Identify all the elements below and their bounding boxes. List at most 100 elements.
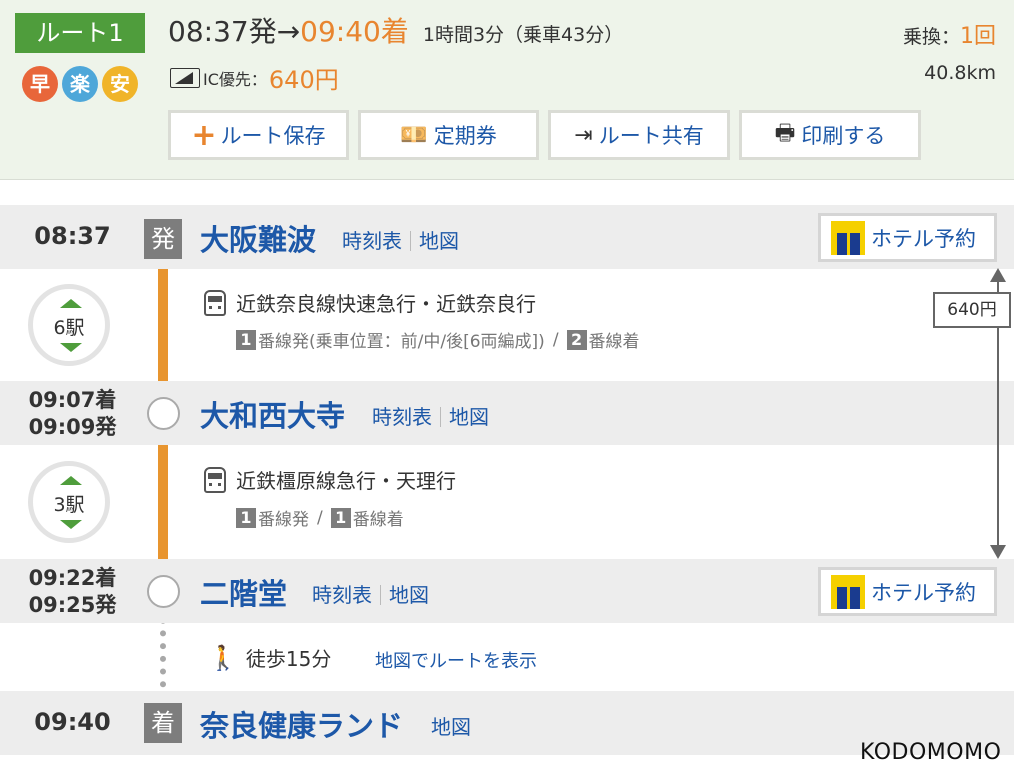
link-separator bbox=[380, 585, 381, 605]
transfer-number: 1回 bbox=[960, 24, 996, 49]
arrival-tag: 着 bbox=[144, 703, 182, 743]
train-icon bbox=[204, 289, 226, 316]
transfer-label: 乗換： bbox=[902, 26, 960, 48]
hotel-reserve-label: ホテル予約 bbox=[871, 580, 976, 605]
arrival-time: 09:22着 bbox=[28, 566, 117, 590]
distance: 40.8km bbox=[924, 62, 996, 84]
expand-up-icon bbox=[60, 299, 82, 308]
transfer-node bbox=[147, 575, 180, 608]
platform-number: 1 bbox=[236, 329, 256, 350]
ic-fare: 640円 bbox=[268, 66, 339, 94]
save-route-button[interactable]: + ルート保存 bbox=[168, 110, 349, 160]
hotel-reserve-button[interactable]: ホテル予約 bbox=[818, 567, 997, 616]
save-route-label: ルート保存 bbox=[220, 124, 326, 148]
t-point-icon bbox=[831, 220, 865, 255]
arrival-time: 09:40 bbox=[34, 708, 111, 736]
platform-info: 1 番線発(乗車位置：前/中/後[6両編成]) / 2 番線着 bbox=[236, 327, 640, 352]
expand-up-icon bbox=[60, 476, 82, 485]
train-line-name: 近鉄奈良線快速急行・近鉄奈良行 bbox=[236, 292, 536, 316]
walking-person-icon: 🚶 bbox=[208, 643, 238, 672]
show-route-on-map-link[interactable]: 地図でルートを表示 bbox=[375, 647, 537, 673]
print-button[interactable]: 🖶 印刷する bbox=[739, 110, 921, 160]
section-fare: 640円 bbox=[933, 292, 1011, 328]
platform-dep-text: 番線発 bbox=[258, 510, 309, 530]
duration: 1時間3分（乗車43分） bbox=[422, 24, 624, 46]
route-summary: ルート1 08:37発→09:40着 1時間3分（乗車43分） 乗換：1回 40.… bbox=[0, 0, 1014, 180]
arrival-time: 09:40着 bbox=[300, 15, 409, 48]
timetable-link[interactable]: 時刻表 bbox=[342, 229, 402, 253]
cheap-mark-icon: 安 bbox=[102, 66, 138, 102]
platform-arr-text: 番線着 bbox=[588, 332, 640, 352]
platform-arr-text: 番線着 bbox=[352, 510, 404, 530]
platform-info: 1 番線発 / 1 番線着 bbox=[236, 505, 404, 530]
expand-down-icon bbox=[60, 343, 82, 352]
station-name[interactable]: 二階堂 bbox=[200, 571, 287, 613]
ic-label: IC優先： bbox=[203, 69, 267, 89]
timetable-link[interactable]: 時刻表 bbox=[312, 583, 372, 607]
plus-icon: + bbox=[191, 117, 217, 153]
station-name[interactable]: 大和西大寺 bbox=[200, 393, 345, 435]
map-link[interactable]: 地図 bbox=[449, 405, 489, 429]
ic-card-icon bbox=[170, 67, 200, 88]
departure-time: 08:37 bbox=[34, 222, 111, 250]
arrow: → bbox=[276, 15, 301, 48]
platform-separator: / bbox=[552, 329, 559, 350]
fare-range-up-arrow-icon bbox=[990, 268, 1006, 282]
station-links: 地図 bbox=[431, 711, 471, 740]
walk-duration: 徒歩15分 bbox=[245, 647, 332, 671]
transfer-count: 乗換：1回 bbox=[903, 18, 996, 50]
stop-count: 6駅 bbox=[53, 317, 85, 339]
share-route-label: ルート共有 bbox=[598, 124, 704, 148]
platform-number: 2 bbox=[566, 329, 587, 350]
hotel-reserve-label: ホテル予約 bbox=[871, 226, 976, 251]
stop-count-badge[interactable]: 6駅 bbox=[28, 284, 110, 366]
station-row-osaka-namba: 08:37 発 大阪難波 時刻表 地図 ホテル予約 bbox=[0, 205, 1014, 269]
watermark: KODOMOMO bbox=[860, 740, 1002, 764]
t-point-icon bbox=[831, 574, 865, 609]
platform-separator: / bbox=[317, 507, 323, 528]
printer-icon: 🖶 bbox=[774, 121, 796, 146]
commuter-pass-label: 定期券 bbox=[433, 124, 497, 148]
map-link[interactable]: 地図 bbox=[419, 229, 459, 253]
departure-time: 09:09発 bbox=[28, 415, 117, 439]
train-icon bbox=[204, 466, 226, 493]
train-line-info: 近鉄奈良線快速急行・近鉄奈良行 bbox=[204, 288, 536, 317]
fast-mark-icon: 早 bbox=[22, 66, 58, 102]
station-name[interactable]: 奈良健康ランド bbox=[200, 703, 403, 745]
stop-count-badge[interactable]: 3駅 bbox=[28, 461, 110, 543]
share-route-button[interactable]: ⇥ ルート共有 bbox=[548, 110, 730, 160]
station-name[interactable]: 大阪難波 bbox=[200, 217, 316, 259]
route-marks: 早 楽 安 bbox=[22, 66, 138, 102]
fare-range-down-arrow-icon bbox=[990, 545, 1006, 559]
transfer-node bbox=[147, 397, 180, 430]
departure-time: 08:37発 bbox=[168, 15, 277, 48]
print-label: 印刷する bbox=[801, 124, 886, 148]
station-times: 09:07着 09:09発 bbox=[0, 387, 145, 441]
stop-count: 3駅 bbox=[53, 494, 85, 516]
timetable-link[interactable]: 時刻表 bbox=[372, 405, 432, 429]
yen-pass-icon: 💴 bbox=[400, 122, 428, 148]
platform-dep-text: 番線発(乗車位置：前/中/後[6両編成]) bbox=[258, 332, 545, 352]
platform-number: 1 bbox=[330, 507, 351, 528]
map-link[interactable]: 地図 bbox=[389, 583, 429, 607]
hotel-reserve-button[interactable]: ホテル予約 bbox=[818, 213, 997, 262]
route-label: ルート1 bbox=[15, 13, 145, 53]
walk-info: 🚶 徒歩15分 bbox=[208, 643, 331, 672]
map-link[interactable]: 地図 bbox=[431, 715, 471, 739]
time-line: 08:37発→09:40着 1時間3分（乗車43分） bbox=[168, 12, 623, 55]
train-line-info: 近鉄橿原線急行・天理行 bbox=[204, 465, 456, 494]
arrival-time: 09:07着 bbox=[28, 388, 117, 412]
platform-number: 1 bbox=[236, 507, 256, 528]
station-links: 時刻表 地図 bbox=[372, 401, 489, 430]
easy-mark-icon: 楽 bbox=[62, 66, 98, 102]
share-icon: ⇥ bbox=[574, 122, 593, 148]
ic-fare-line: IC優先： 640円 bbox=[170, 60, 339, 95]
commuter-pass-button[interactable]: 💴 定期券 bbox=[358, 110, 539, 160]
departure-time: 09:25発 bbox=[28, 593, 117, 617]
train-line-name: 近鉄橿原線急行・天理行 bbox=[236, 469, 456, 493]
link-separator bbox=[440, 407, 441, 427]
station-links: 時刻表 地図 bbox=[312, 579, 429, 608]
departure-tag: 発 bbox=[144, 219, 182, 259]
station-links: 時刻表 地図 bbox=[342, 225, 459, 254]
expand-down-icon bbox=[60, 520, 82, 529]
